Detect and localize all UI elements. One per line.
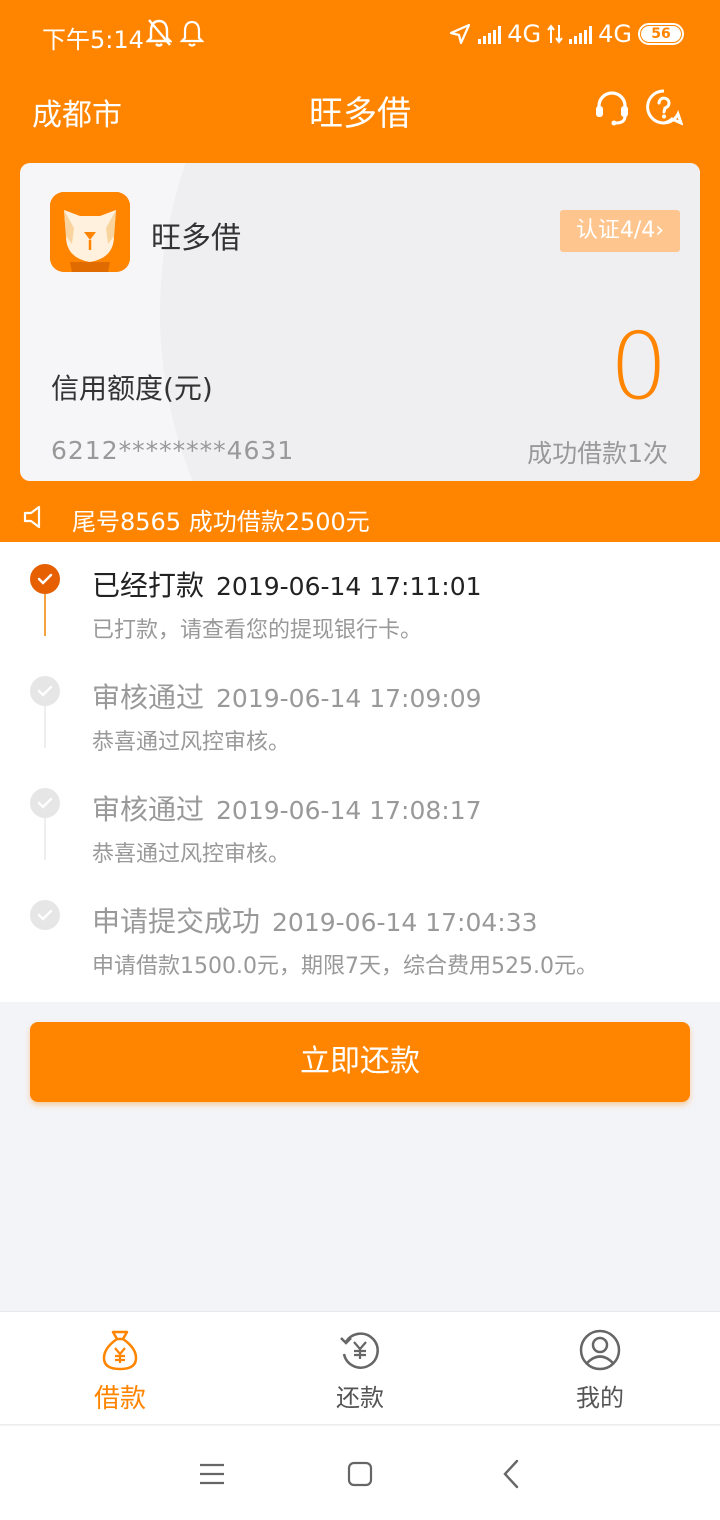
tab-repay[interactable]: 还款 [290,1328,430,1413]
check-icon [30,676,60,706]
timeline-status: 审核通过 [92,793,205,826]
user-icon [579,1329,621,1371]
timeline-title: 审核通过 2019-06-14 17:09:09 [92,676,482,716]
status-time: 下午5:14 [42,26,144,54]
credit-card: 旺多借 认证4/4› 信用额度(元) 0 6212********4631 成功… [20,163,700,481]
network-type-1: 4G [507,20,542,48]
timeline-title: 审核通过 2019-06-14 17:08:17 [92,788,482,828]
timeline-title: 已经打款 2019-06-14 17:11:01 [92,564,482,604]
bell-muted-icon [146,19,172,47]
network-type-2: 4G [598,20,632,48]
money-bag-icon [102,1330,138,1371]
timeline-desc: 申请借款1500.0元，期限7天，综合费用525.0元。 [92,954,598,979]
timeline-connector [44,818,46,860]
credit-limit-label: 信用额度(元) [51,372,213,405]
verify-badge[interactable]: 认证4/4› [560,210,680,252]
timeline-connector [44,594,46,636]
verify-label: 认证4/4 [575,218,656,243]
navbar: 成都市 旺多借 [0,72,720,156]
notice-text: 尾号8565 成功借款2500元 [72,508,370,536]
tab-label: 我的 [576,1384,624,1412]
tab-borrow[interactable]: 借款 [50,1328,190,1415]
tab-mine[interactable]: 我的 [530,1328,670,1413]
speaker-icon [23,505,41,529]
timeline-status: 已经打款 [92,569,205,602]
header-area: 下午5:14 4G 4G 56 成都市 旺多借 旺多借 认证4/4› 信用额度(… [0,0,720,542]
repay-now-button[interactable]: 立即还款 [30,1022,690,1102]
check-icon [30,564,60,594]
signal-icon-2 [569,24,593,44]
timeline-desc: 恭喜通过风控审核。 [92,730,291,755]
location-arrow-icon [450,23,471,45]
signal-icon [478,24,502,44]
timeline-desc: 已打款，请查看您的提现银行卡。 [92,618,423,643]
system-navigation-bar [0,1426,720,1520]
bank-card-number: 6212********4631 [51,436,295,465]
battery-level: 56 [641,26,681,42]
timeline-time: 2019-06-14 17:09:09 [216,684,482,713]
tab-label: 借款 [93,1384,146,1414]
check-icon [30,900,60,930]
timeline-connector [44,706,46,748]
notice-bar: 尾号8565 成功借款2500元 [0,496,720,540]
help-icon[interactable] [645,88,683,126]
timeline-desc: 恭喜通过风控审核。 [92,842,291,867]
timeline-time: 2019-06-14 17:11:01 [216,572,482,601]
refresh-yuan-icon [340,1332,379,1369]
timeline-status: 审核通过 [92,681,205,714]
app-logo-icon [50,192,130,272]
battery-icon: 56 [638,23,684,45]
loan-success-count: 成功借款1次 [527,439,668,468]
tab-label: 还款 [336,1384,384,1412]
timeline-title: 申请提交成功 2019-06-14 17:04:33 [92,900,538,940]
check-icon [30,788,60,818]
timeline-time: 2019-06-14 17:04:33 [272,908,538,937]
loan-progress-timeline: 已经打款 2019-06-14 17:11:01 已打款，请查看您的提现银行卡。 … [0,542,720,1002]
status-bar: 下午5:14 4G 4G 56 [0,0,720,72]
customer-service-icon[interactable] [592,88,632,128]
app-name: 旺多借 [151,221,241,256]
credit-limit-value: 0 [609,313,668,420]
chevron-right-icon: › [655,218,665,243]
timeline-status: 申请提交成功 [92,905,261,938]
data-transfer-icon [547,24,563,44]
back-icon[interactable] [494,1456,530,1492]
menu-icon[interactable] [194,1456,230,1492]
timeline-time: 2019-06-14 17:08:17 [216,796,482,825]
bell-icon [180,20,204,47]
home-icon[interactable] [342,1456,378,1492]
tab-bar: 借款 还款 我的 [0,1311,720,1425]
